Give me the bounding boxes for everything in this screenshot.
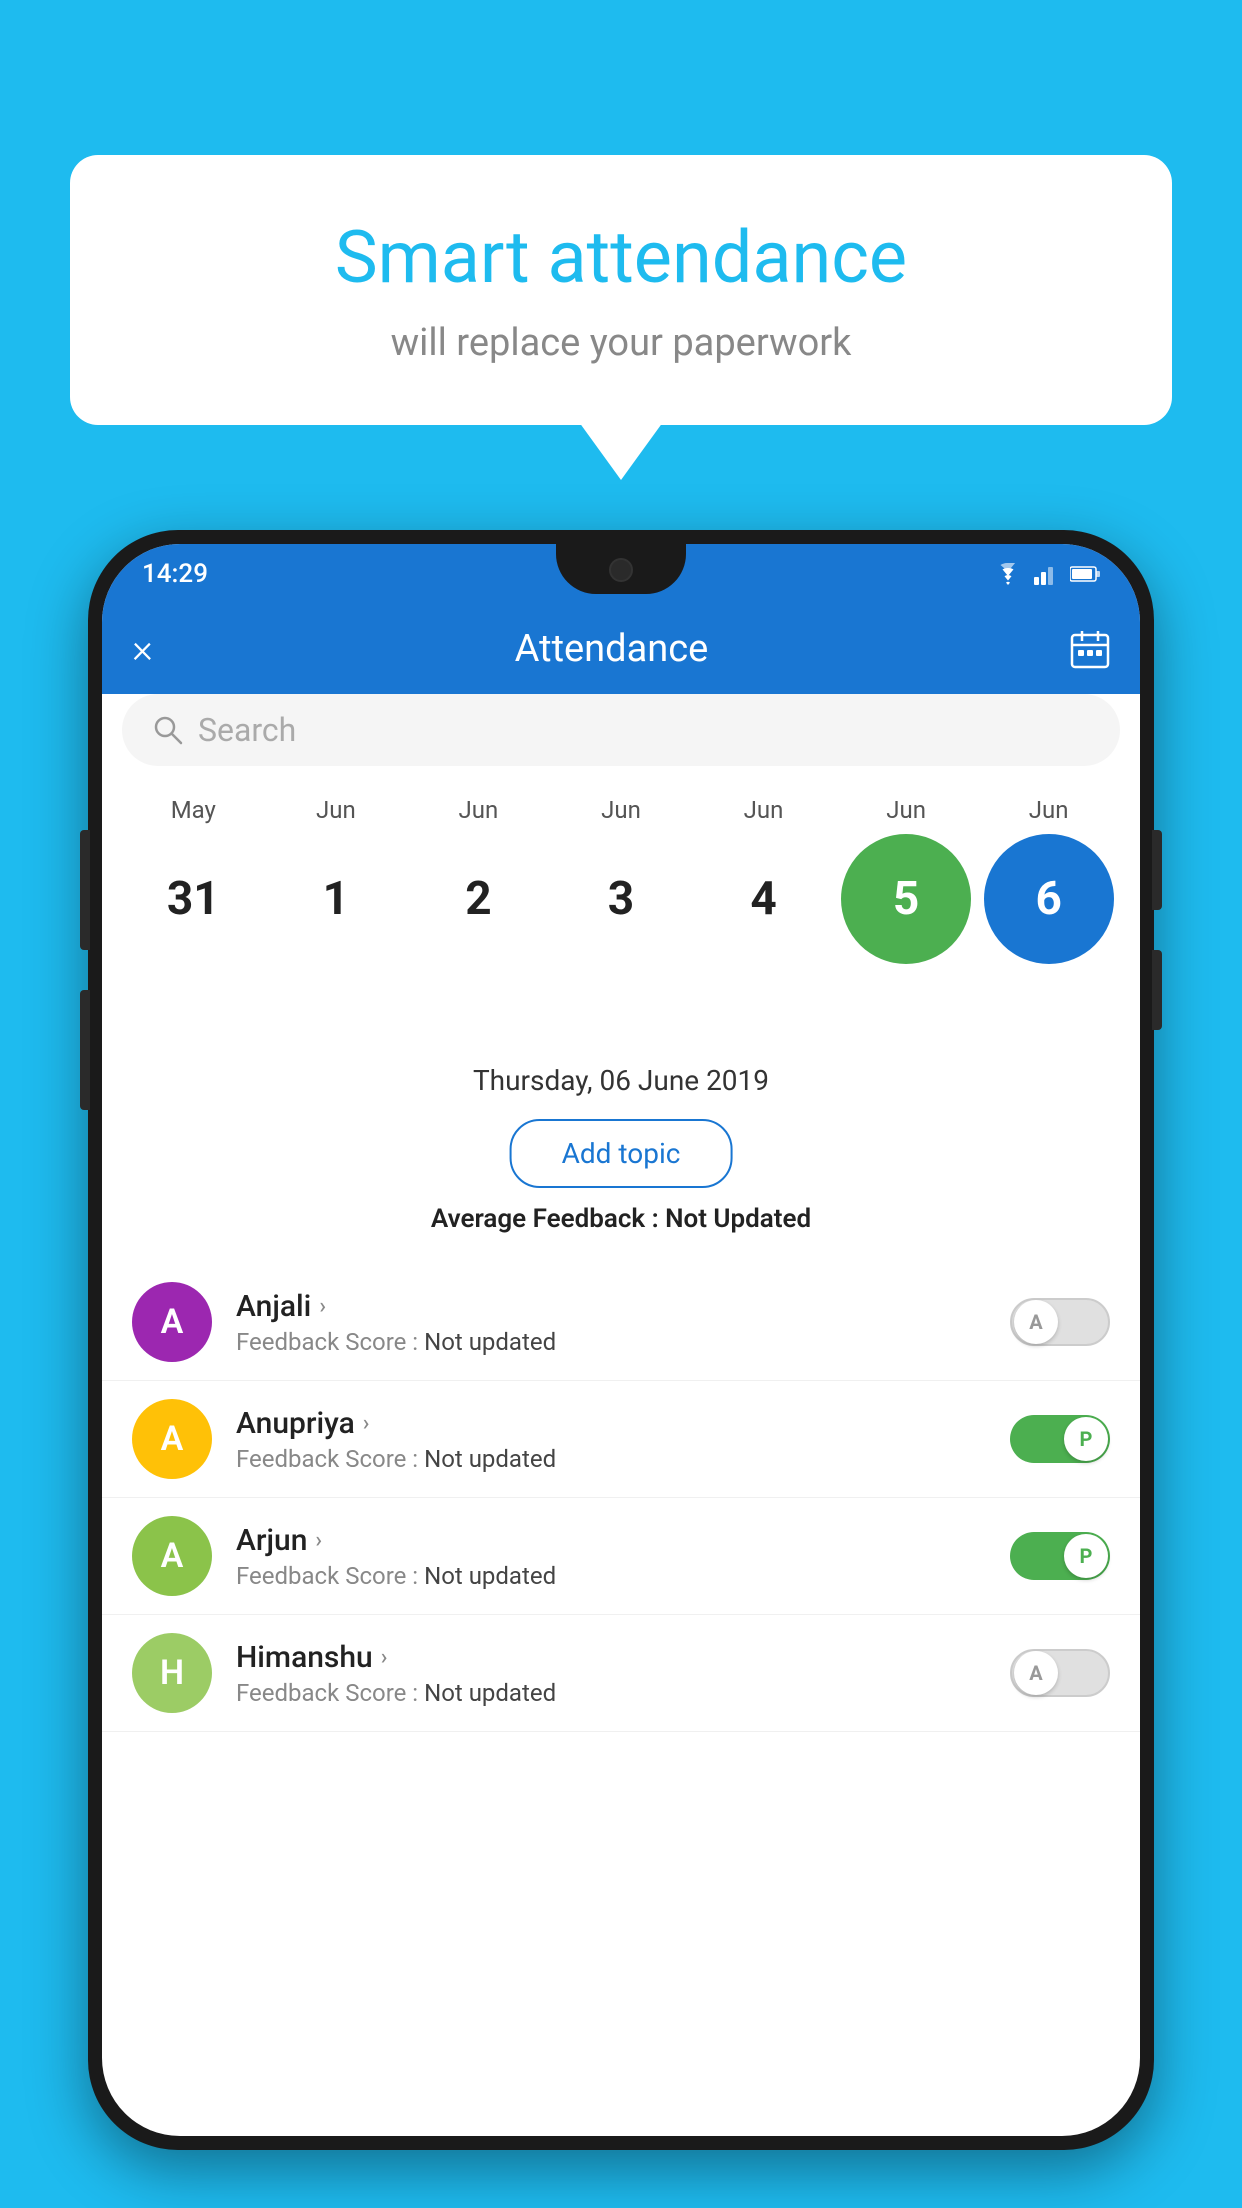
month-1: Jun — [271, 796, 401, 824]
student-score-himanshu: Feedback Score : Not updated — [236, 1679, 986, 1707]
app-header: × Attendance — [102, 604, 1140, 694]
student-score-anupriya: Feedback Score : Not updated — [236, 1445, 986, 1473]
student-item-arjun[interactable]: A Arjun › Feedback Score : Not updated P — [102, 1498, 1140, 1615]
volume-up-button — [80, 830, 90, 950]
avatar-himanshu: H — [132, 1633, 212, 1713]
date-31[interactable]: 31 — [128, 834, 258, 964]
date-2[interactable]: 2 — [413, 834, 543, 964]
calendar-icon[interactable] — [1070, 629, 1110, 669]
student-name-anupriya: Anupriya › — [236, 1406, 986, 1441]
student-list: A Anjali › Feedback Score : Not updated … — [102, 1264, 1140, 2136]
chevron-icon: › — [319, 1294, 326, 1319]
toggle-himanshu[interactable]: A — [1010, 1649, 1110, 1697]
student-score-anjali: Feedback Score : Not updated — [236, 1328, 986, 1356]
student-item-anjali[interactable]: A Anjali › Feedback Score : Not updated … — [102, 1264, 1140, 1381]
toggle-anupriya[interactable]: P — [1010, 1415, 1110, 1463]
student-info-himanshu: Himanshu › Feedback Score : Not updated — [236, 1640, 986, 1707]
toggle-knob-himanshu: A — [1014, 1651, 1058, 1695]
calendar-months-row: May Jun Jun Jun Jun Jun Jun — [112, 784, 1130, 828]
avatar-anupriya: A — [132, 1399, 212, 1479]
date-3[interactable]: 3 — [556, 834, 686, 964]
chevron-icon-4: › — [381, 1645, 388, 1670]
date-4[interactable]: 4 — [699, 834, 829, 964]
volume-down-button-2 — [80, 990, 90, 1110]
toggle-knob-arjun: P — [1064, 1534, 1108, 1578]
speech-bubble-subtitle: will replace your paperwork — [150, 321, 1092, 365]
student-name-arjun: Arjun › — [236, 1523, 986, 1558]
notch — [556, 544, 686, 594]
status-time: 14:29 — [142, 559, 208, 589]
toggle-anjali[interactable]: A — [1010, 1298, 1110, 1346]
avg-feedback-label: Average Feedback : — [431, 1204, 659, 1234]
month-0: May — [128, 796, 258, 824]
speech-bubble: Smart attendance will replace your paper… — [70, 155, 1172, 425]
date-5-today[interactable]: 5 — [841, 834, 971, 964]
student-info-anupriya: Anupriya › Feedback Score : Not updated — [236, 1406, 986, 1473]
month-4: Jun — [699, 796, 829, 824]
date-6-selected[interactable]: 6 — [984, 834, 1114, 964]
volume-down-button — [1152, 950, 1162, 1030]
student-score-arjun: Feedback Score : Not updated — [236, 1562, 986, 1590]
speech-bubble-title: Smart attendance — [150, 215, 1092, 301]
month-5: Jun — [841, 796, 971, 824]
calendar: May Jun Jun Jun Jun Jun Jun 31 1 2 3 4 5… — [102, 784, 1140, 970]
student-info-anjali: Anjali › Feedback Score : Not updated — [236, 1289, 986, 1356]
signal-icon — [1034, 563, 1058, 585]
month-3: Jun — [556, 796, 686, 824]
speech-bubble-container: Smart attendance will replace your paper… — [70, 155, 1172, 425]
student-info-arjun: Arjun › Feedback Score : Not updated — [236, 1523, 986, 1590]
toggle-knob-anupriya: P — [1064, 1417, 1108, 1461]
student-item-himanshu[interactable]: H Himanshu › Feedback Score : Not update… — [102, 1615, 1140, 1732]
avatar-arjun: A — [132, 1516, 212, 1596]
add-topic-button[interactable]: Add topic — [510, 1119, 733, 1188]
wifi-icon — [994, 563, 1022, 585]
month-2: Jun — [413, 796, 543, 824]
month-6: Jun — [984, 796, 1114, 824]
chevron-icon-2: › — [363, 1411, 370, 1436]
status-icons — [994, 563, 1100, 585]
search-placeholder: Search — [198, 711, 296, 749]
chevron-icon-3: › — [315, 1528, 322, 1553]
toggle-arjun[interactable]: P — [1010, 1532, 1110, 1580]
student-name-anjali: Anjali › — [236, 1289, 986, 1324]
header-title: Attendance — [515, 627, 709, 671]
battery-icon — [1070, 565, 1100, 583]
avatar-anjali: A — [132, 1282, 212, 1362]
avg-feedback: Average Feedback : Not Updated — [102, 1204, 1140, 1234]
search-icon — [152, 714, 184, 746]
search-bar[interactable]: Search — [122, 694, 1120, 766]
date-1[interactable]: 1 — [271, 834, 401, 964]
phone-screen: 14:29 — [102, 544, 1140, 2136]
phone-container: 14:29 — [88, 530, 1154, 2208]
camera — [609, 558, 633, 582]
power-button — [1152, 830, 1162, 910]
close-button[interactable]: × — [132, 629, 153, 669]
student-name-himanshu: Himanshu › — [236, 1640, 986, 1675]
student-item-anupriya[interactable]: A Anupriya › Feedback Score : Not update… — [102, 1381, 1140, 1498]
phone-frame: 14:29 — [88, 530, 1154, 2150]
avg-feedback-value: Not Updated — [665, 1204, 811, 1234]
selected-date-label: Thursday, 06 June 2019 — [102, 1064, 1140, 1097]
toggle-knob-anjali: A — [1014, 1300, 1058, 1344]
calendar-dates-row: 31 1 2 3 4 5 6 — [112, 828, 1130, 970]
